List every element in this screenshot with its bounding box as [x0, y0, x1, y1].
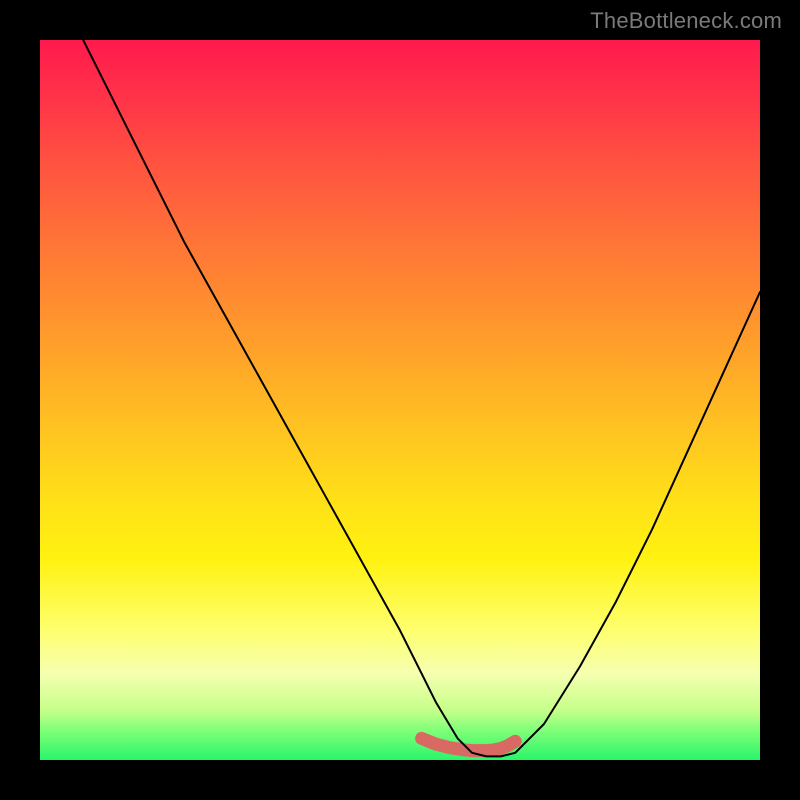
- watermark-text: TheBottleneck.com: [590, 8, 782, 34]
- plot-area: [40, 40, 760, 760]
- bottleneck-curve: [83, 40, 760, 756]
- chart-svg: [40, 40, 760, 760]
- chart-frame: TheBottleneck.com: [0, 0, 800, 800]
